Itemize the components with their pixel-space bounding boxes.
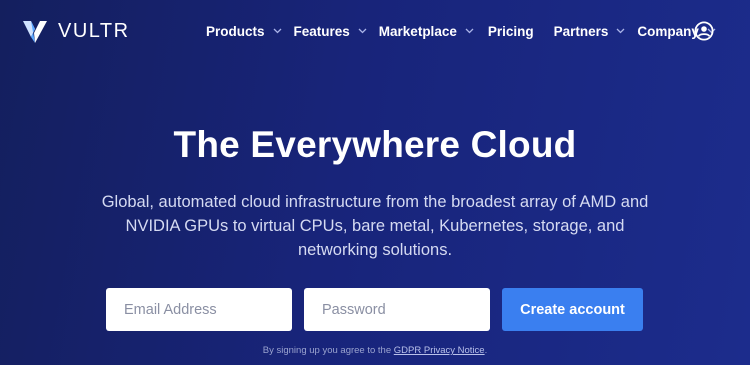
nav-item-label: Pricing <box>487 23 534 39</box>
nav-item-label: Marketplace <box>378 23 457 39</box>
nav-item-label: Features <box>293 23 350 39</box>
vultr-logo[interactable]: VULTR <box>22 16 130 46</box>
nav-item-features[interactable]: Features <box>294 24 367 39</box>
gdpr-privacy-link[interactable]: GDPR Privacy Notice <box>394 345 485 356</box>
hero-subtitle: Global, automated cloud infrastructure f… <box>101 193 649 259</box>
chevron-down-icon <box>616 28 625 34</box>
legal-notice: By signing up you agree to the GDPR Priv… <box>0 345 750 356</box>
chevron-down-icon <box>465 28 474 34</box>
create-account-button[interactable]: Create account <box>502 288 643 331</box>
nav-item-label: Products <box>206 23 265 39</box>
user-circle-icon[interactable] <box>694 21 714 41</box>
nav-item-marketplace[interactable]: Marketplace <box>379 24 474 39</box>
chevron-down-icon <box>358 28 367 34</box>
nav-item-partners[interactable]: Partners <box>554 24 626 39</box>
legal-prefix: By signing up you agree to the <box>262 345 394 356</box>
hero-title: The Everywhere Cloud <box>173 124 577 165</box>
brand-name: VULTR <box>58 19 130 42</box>
main-menu: Products Features Marketplace Pricing Pa… <box>206 20 728 42</box>
top-navigation: VULTR Products Features Marketplace Pric… <box>0 0 750 62</box>
nav-item-products[interactable]: Products <box>206 24 282 39</box>
nav-item-label: Partners <box>553 23 609 39</box>
nav-item-label: Company <box>637 23 699 39</box>
email-field[interactable] <box>106 288 292 331</box>
vultr-v-logo-icon <box>23 21 47 43</box>
legal-suffix: . <box>484 345 488 356</box>
chevron-down-icon <box>273 28 282 34</box>
password-field[interactable] <box>304 288 490 331</box>
nav-item-pricing[interactable]: Pricing <box>488 24 534 39</box>
